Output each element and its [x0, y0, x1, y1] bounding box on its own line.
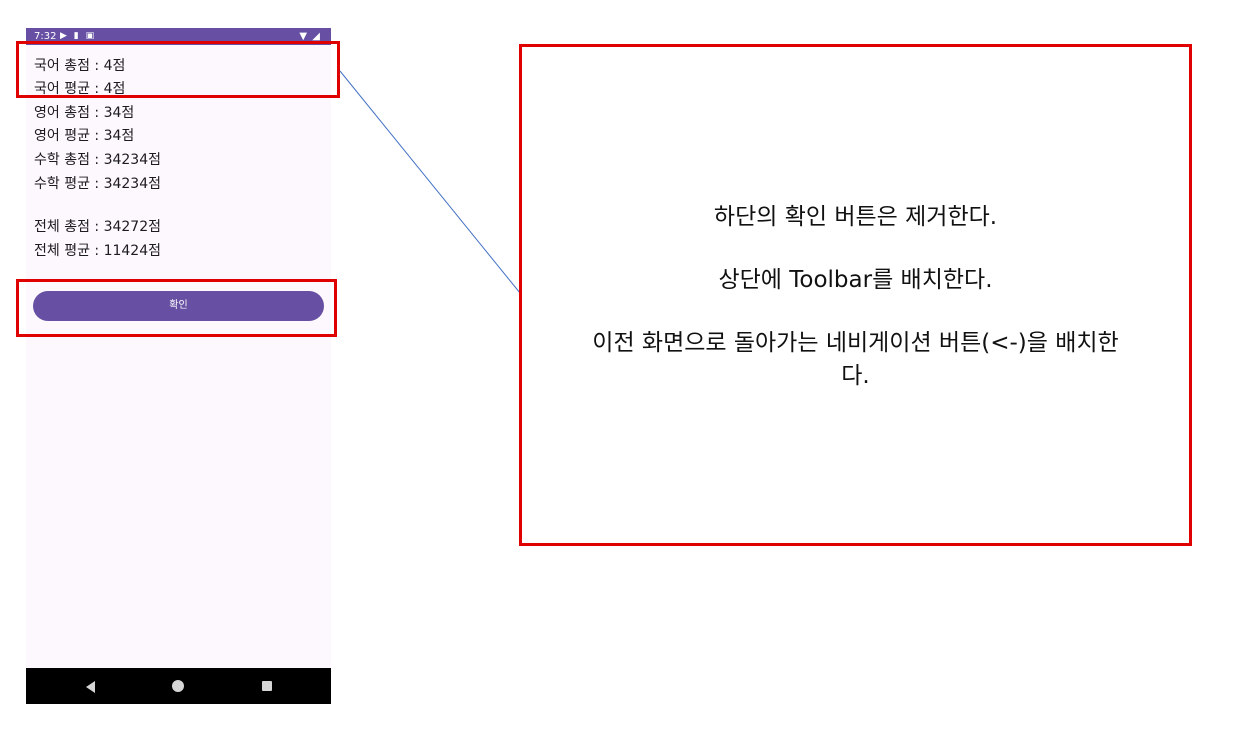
annotation-line-2: 상단에 Toolbar를 배치한다.	[718, 267, 993, 293]
annotation-line-1: 하단의 확인 버튼은 제거한다.	[713, 204, 998, 230]
connector-line-path	[339, 70, 521, 294]
annotation-line-4: 다.	[841, 363, 870, 389]
annotation-line-3: 이전 화면으로 돌아가는 네비게이션 버튼(<-)을 배치한	[592, 330, 1119, 356]
annotation-box: 하단의 확인 버튼은 제거한다. 상단에 Toolbar를 배치한다. 이전 화…	[519, 44, 1192, 546]
